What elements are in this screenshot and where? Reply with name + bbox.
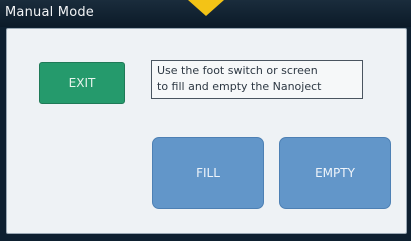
instruction-line-1: Use the foot switch or screen <box>157 64 318 77</box>
instruction-line-2: to fill and empty the Nanoject <box>157 80 322 93</box>
instruction-box: Use the foot switch or screen to fill an… <box>151 60 363 99</box>
window-title: Manual Mode <box>5 5 94 20</box>
empty-button[interactable]: EMPTY <box>279 137 391 209</box>
device-screen: Manual Mode EXIT Use the foot switch or … <box>0 0 411 241</box>
fill-button[interactable]: FILL <box>152 137 264 209</box>
exit-button[interactable]: EXIT <box>39 62 125 104</box>
down-arrow-indicator-icon <box>188 0 224 16</box>
